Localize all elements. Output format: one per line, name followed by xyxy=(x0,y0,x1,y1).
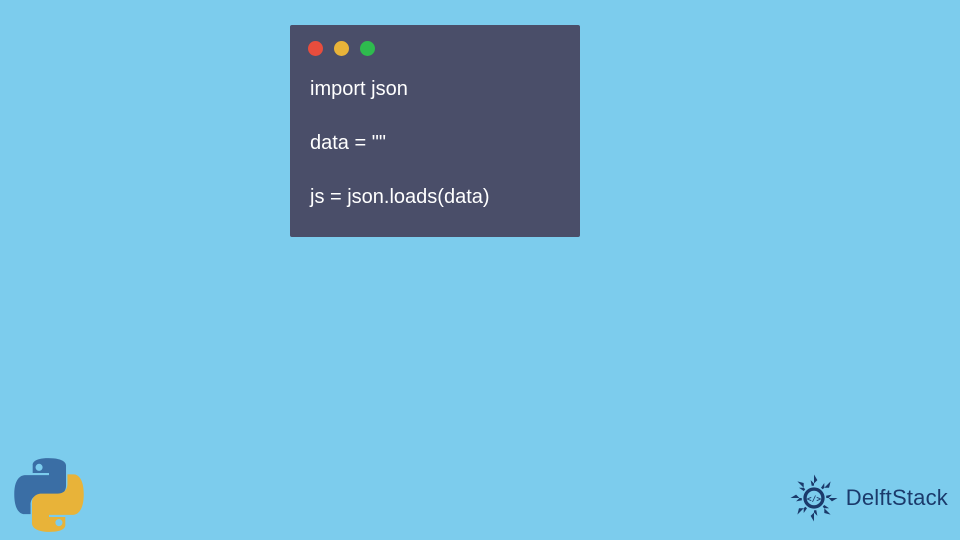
svg-text:</>: </> xyxy=(807,494,821,503)
code-window: import json data = "" js = json.loads(da… xyxy=(290,25,580,237)
brand-badge: </> DelftStack xyxy=(786,470,948,526)
gear-icon: </> xyxy=(786,470,842,526)
brand-name: DelftStack xyxy=(846,485,948,511)
code-body: import json data = "" js = json.loads(da… xyxy=(290,62,580,215)
code-line-blank xyxy=(310,103,560,130)
close-icon xyxy=(308,41,323,56)
code-line: data = "" xyxy=(310,130,560,157)
code-line-blank xyxy=(310,157,560,184)
maximize-icon xyxy=(360,41,375,56)
code-line: import json xyxy=(310,76,560,103)
code-line: js = json.loads(data) xyxy=(310,184,560,211)
python-logo-icon xyxy=(10,456,88,534)
minimize-icon xyxy=(334,41,349,56)
window-titlebar xyxy=(290,25,580,62)
